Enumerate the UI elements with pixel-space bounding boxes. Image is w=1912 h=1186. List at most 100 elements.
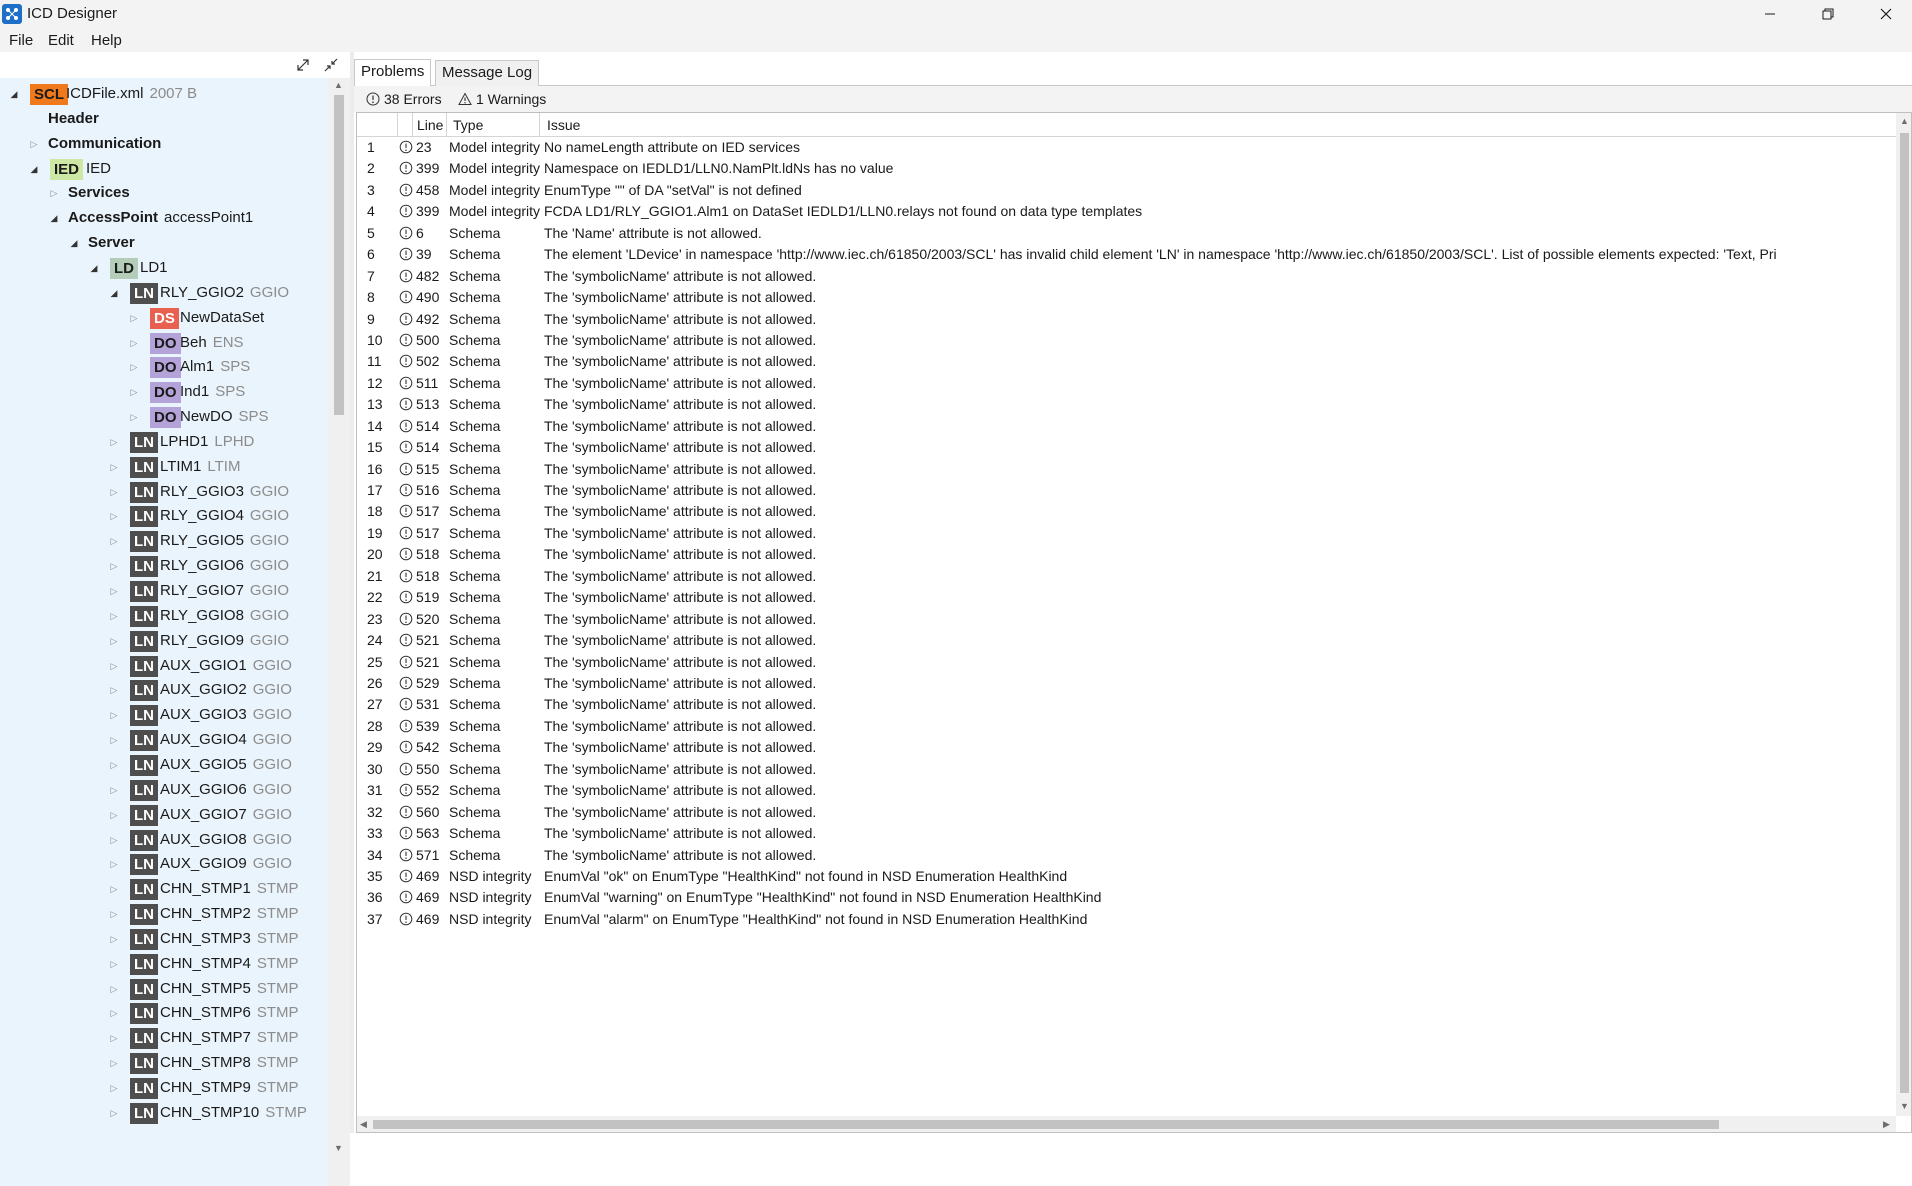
problem-row[interactable]: 26 529 Schema The 'symbolicName' attribute …: [357, 673, 1897, 694]
collapsed-arrow-icon[interactable]: ▷: [128, 411, 140, 423]
expand-all-button[interactable]: [293, 55, 313, 75]
header-type[interactable]: Type: [446, 113, 539, 137]
problem-row[interactable]: 32 560 Schema The 'symbolicName' attribute …: [357, 802, 1897, 823]
problem-row[interactable]: 1 23 Model integrity No nameLength attribut…: [357, 137, 1897, 158]
tree-node[interactable]: ▷ LN LTIM1 LTIM: [0, 455, 328, 480]
collapsed-arrow-icon[interactable]: ▷: [28, 138, 40, 150]
collapsed-arrow-icon[interactable]: ▷: [108, 436, 120, 448]
warnings-filter[interactable]: 1 Warnings: [458, 91, 546, 107]
scroll-down-arrow-icon[interactable]: ▼: [334, 1143, 343, 1153]
tree-node[interactable]: ◢ SCL ICDFile.xml 2007 B: [0, 82, 328, 107]
header-line[interactable]: Line: [412, 113, 446, 137]
problem-row[interactable]: 36 469 NSD integrity EnumVal "warning" on E…: [357, 887, 1897, 908]
collapsed-arrow-icon[interactable]: ▷: [108, 983, 120, 995]
problem-row[interactable]: 22 519 Schema The 'symbolicName' attribute …: [357, 587, 1897, 608]
collapsed-arrow-icon[interactable]: ▷: [108, 1032, 120, 1044]
problem-row[interactable]: 14 514 Schema The 'symbolicName' attribute …: [357, 416, 1897, 437]
tree-node[interactable]: ▷ LN RLY_GGIO7 GGIO: [0, 579, 328, 604]
tab-problems[interactable]: Problems: [354, 59, 432, 86]
expanded-arrow-icon[interactable]: ◢: [108, 287, 120, 299]
tree-node[interactable]: ▷ LN AUX_GGIO6 GGIO: [0, 778, 328, 803]
errors-filter[interactable]: 38 Errors: [366, 91, 442, 107]
tree-node[interactable]: ▷ LN AUX_GGIO1 GGIO: [0, 654, 328, 679]
tree-node[interactable]: ▷ Communication: [0, 132, 328, 157]
collapsed-arrow-icon[interactable]: ▷: [128, 337, 140, 349]
collapsed-arrow-icon[interactable]: ▷: [108, 635, 120, 647]
tree-node[interactable]: ▷ LN RLY_GGIO5 GGIO: [0, 529, 328, 554]
grid-vertical-thumb[interactable]: [1900, 133, 1909, 1093]
collapsed-arrow-icon[interactable]: ▷: [108, 461, 120, 473]
tree-node[interactable]: ▷ LN AUX_GGIO3 GGIO: [0, 703, 328, 728]
problem-row[interactable]: 19 517 Schema The 'symbolicName' attribute …: [357, 523, 1897, 544]
collapsed-arrow-icon[interactable]: ▷: [108, 660, 120, 672]
minimize-button[interactable]: [1741, 0, 1799, 28]
collapsed-arrow-icon[interactable]: ▷: [108, 1057, 120, 1069]
tree-node[interactable]: ◢ IED IED: [0, 157, 328, 182]
problem-row[interactable]: 13 513 Schema The 'symbolicName' attribute …: [357, 394, 1897, 415]
problem-row[interactable]: 16 515 Schema The 'symbolicName' attribute …: [357, 459, 1897, 480]
collapsed-arrow-icon[interactable]: ▷: [108, 858, 120, 870]
grid-scroll-left-arrow-icon[interactable]: ◀: [360, 1119, 367, 1130]
expanded-arrow-icon[interactable]: ◢: [8, 88, 20, 100]
expanded-arrow-icon[interactable]: ◢: [88, 262, 100, 274]
collapsed-arrow-icon[interactable]: ▷: [108, 1107, 120, 1119]
problem-row[interactable]: 3 458 Model integrity EnumType "" of DA "se…: [357, 180, 1897, 201]
tree-node[interactable]: ▷ DS NewDataSet: [0, 306, 328, 331]
tree-node[interactable]: ▷ LN RLY_GGIO8 GGIO: [0, 604, 328, 629]
problem-row[interactable]: 31 552 Schema The 'symbolicName' attribute …: [357, 780, 1897, 801]
problem-row[interactable]: 25 521 Schema The 'symbolicName' attribute …: [357, 652, 1897, 673]
grid-horizontal-thumb[interactable]: [373, 1120, 1719, 1129]
collapsed-arrow-icon[interactable]: ▷: [108, 933, 120, 945]
tree-view[interactable]: ◢ SCL ICDFile.xml 2007 B Header ▷ Communicatio…: [0, 78, 328, 1186]
grid-scroll-down-arrow-icon[interactable]: ▼: [1900, 1101, 1909, 1111]
problem-row[interactable]: 24 521 Schema The 'symbolicName' attribute …: [357, 630, 1897, 651]
problem-row[interactable]: 28 539 Schema The 'symbolicName' attribute …: [357, 716, 1897, 737]
restore-button[interactable]: [1799, 0, 1857, 28]
tree-node[interactable]: ▷ LN AUX_GGIO9 GGIO: [0, 852, 328, 877]
problem-row[interactable]: 33 563 Schema The 'symbolicName' attribute …: [357, 823, 1897, 844]
tree-node[interactable]: ◢ LD LD1: [0, 256, 328, 281]
problem-row[interactable]: 5 6 Schema The 'Name' attribute is not allo…: [357, 223, 1897, 244]
tree-node[interactable]: ▷ LN CHN_STMP6 STMP: [0, 1001, 328, 1026]
close-button[interactable]: [1857, 0, 1912, 28]
problem-row[interactable]: 6 39 Schema The element 'LDevice' in namesp…: [357, 244, 1897, 265]
problem-row[interactable]: 23 520 Schema The 'symbolicName' attribute …: [357, 609, 1897, 630]
tree-node[interactable]: ▷ LN AUX_GGIO7 GGIO: [0, 803, 328, 828]
collapsed-arrow-icon[interactable]: ▷: [108, 908, 120, 920]
tree-node[interactable]: ▷ LN RLY_GGIO3 GGIO: [0, 480, 328, 505]
collapsed-arrow-icon[interactable]: ▷: [108, 1082, 120, 1094]
tree-node[interactable]: ◢ AccessPoint accessPoint1: [0, 206, 328, 231]
problem-row[interactable]: 30 550 Schema The 'symbolicName' attribute …: [357, 759, 1897, 780]
tree-node[interactable]: ▷ LN LPHD1 LPHD: [0, 430, 328, 455]
expanded-arrow-icon[interactable]: ◢: [28, 163, 40, 175]
menu-help[interactable]: Help: [91, 32, 122, 49]
tree-vertical-scrollbar[interactable]: ▲ ▼: [328, 78, 350, 1186]
collapsed-arrow-icon[interactable]: ▷: [128, 312, 140, 324]
tab-message-log[interactable]: Message Log: [435, 60, 540, 86]
problem-row[interactable]: 8 490 Schema The 'symbolicName' attribute i…: [357, 287, 1897, 308]
collapsed-arrow-icon[interactable]: ▷: [108, 834, 120, 846]
tree-scroll-thumb[interactable]: [334, 95, 344, 415]
tree-node[interactable]: ▷ LN CHN_STMP10 STMP: [0, 1101, 328, 1126]
collapsed-arrow-icon[interactable]: ▷: [108, 610, 120, 622]
tree-node[interactable]: ▷ LN RLY_GGIO4 GGIO: [0, 504, 328, 529]
collapsed-arrow-icon[interactable]: ▷: [48, 187, 60, 199]
grid-horizontal-scrollbar[interactable]: ◀ ▶: [357, 1116, 1896, 1132]
grid-vertical-scrollbar[interactable]: ▲ ▼: [1896, 113, 1911, 1116]
problem-row[interactable]: 15 514 Schema The 'symbolicName' attribute …: [357, 437, 1897, 458]
problem-row[interactable]: 37 469 NSD integrity EnumVal "alarm" on Enu…: [357, 909, 1897, 930]
tree-node[interactable]: ▷ LN RLY_GGIO9 GGIO: [0, 629, 328, 654]
tree-node[interactable]: ▷ LN AUX_GGIO4 GGIO: [0, 728, 328, 753]
tree-node[interactable]: ▷ DO Beh ENS: [0, 331, 328, 356]
collapsed-arrow-icon[interactable]: ▷: [108, 883, 120, 895]
collapsed-arrow-icon[interactable]: ▷: [108, 759, 120, 771]
tree-node[interactable]: ▷ DO Ind1 SPS: [0, 380, 328, 405]
collapsed-arrow-icon[interactable]: ▷: [128, 386, 140, 398]
collapsed-arrow-icon[interactable]: ▷: [108, 784, 120, 796]
menu-file[interactable]: File: [9, 32, 33, 49]
problem-row[interactable]: 18 517 Schema The 'symbolicName' attribute …: [357, 501, 1897, 522]
grid-scroll-right-arrow-icon[interactable]: ▶: [1883, 1119, 1890, 1130]
tree-node[interactable]: ◢ Server: [0, 231, 328, 256]
tree-node[interactable]: ▷ LN CHN_STMP5 STMP: [0, 977, 328, 1002]
tree-node[interactable]: ▷ DO NewDO SPS: [0, 405, 328, 430]
